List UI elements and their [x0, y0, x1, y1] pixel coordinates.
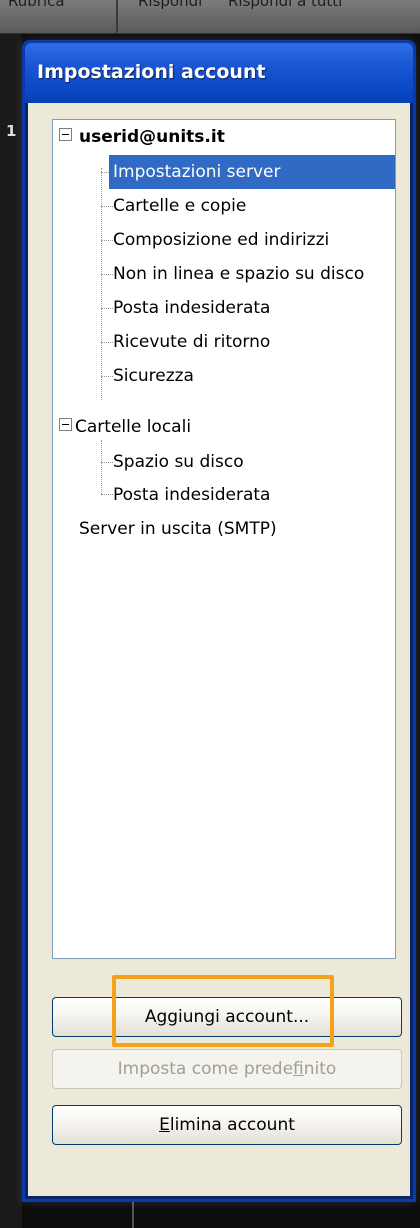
- set-default-button[interactable]: Imposta come predefinito: [52, 1049, 402, 1089]
- tree-item-composition-addressing[interactable]: Composizione ed indirizzi: [109, 223, 333, 257]
- background-glyph: 1: [6, 122, 17, 140]
- tree-item-label: Non in linea e spazio su disco: [113, 264, 365, 284]
- tree-connector-local: [101, 440, 102, 494]
- tree-item-folders-copies[interactable]: Cartelle e copie: [109, 189, 250, 223]
- tree-item-account-label: userid@units.it: [79, 127, 225, 147]
- bg-toolbar-item-rispondi-a-tutti[interactable]: Rispondi a tutti: [228, 0, 342, 10]
- tree-item-account[interactable]: userid@units.it: [75, 120, 229, 154]
- account-tree[interactable]: userid@units.it Impostazioni server Cart…: [52, 119, 396, 959]
- tree-item-label: Cartelle locali: [75, 417, 192, 437]
- background-toolbar: Rubrica Rispondi Rispondi a tutti: [0, 0, 420, 34]
- dialog-titlebar[interactable]: Impostazioni account: [25, 43, 413, 103]
- tree-item-local-junk[interactable]: Posta indesiderata: [109, 478, 274, 512]
- highlight-annotation-box: [112, 975, 334, 1047]
- tree-item-label: Posta indesiderata: [113, 485, 271, 505]
- dialog-title: Impostazioni account: [37, 61, 266, 83]
- background-window-edge: 1: [0, 34, 22, 1228]
- button-mnemonic: f: [293, 1059, 304, 1079]
- tree-connector-account: [101, 168, 102, 400]
- bg-toolbar-separator: [116, 0, 118, 34]
- tree-item-label: Ricevute di ritorno: [113, 332, 271, 352]
- tree-item-label: Spazio su disco: [113, 452, 244, 472]
- tree-item-label: Cartelle e copie: [113, 196, 247, 216]
- tree-item-security[interactable]: Sicurezza: [109, 359, 198, 393]
- tree-item-local-disk-space[interactable]: Spazio su disco: [109, 445, 248, 479]
- tree-item-server-settings[interactable]: Impostazioni server: [109, 155, 395, 189]
- tree-item-label: Server in uscita (SMTP): [79, 519, 277, 539]
- dialog-client-area: userid@units.it Impostazioni server Cart…: [28, 103, 410, 1196]
- tree-item-label: Sicurezza: [113, 366, 194, 386]
- button-label-part: limina account: [169, 1115, 295, 1135]
- tree-item-label: Posta indesiderata: [113, 298, 271, 318]
- tree-item-outgoing-server[interactable]: Server in uscita (SMTP): [75, 512, 281, 546]
- bg-toolbar-item-rubrica[interactable]: Rubrica: [8, 0, 65, 10]
- tree-item-junk-settings[interactable]: Posta indesiderata: [109, 291, 274, 325]
- tree-item-label: Impostazioni server: [113, 162, 281, 182]
- button-mnemonic: E: [159, 1115, 170, 1135]
- tree-item-local-folders[interactable]: Cartelle locali: [71, 410, 195, 444]
- tree-item-offline-disk-space[interactable]: Non in linea e spazio su disco: [109, 257, 368, 291]
- delete-account-button[interactable]: Elimina account: [52, 1105, 402, 1145]
- account-settings-dialog: Impostazioni account userid@units.it Imp…: [22, 40, 416, 1202]
- button-label-part: Imposta come prede: [117, 1059, 294, 1079]
- tree-item-label: Composizione ed indirizzi: [113, 230, 330, 250]
- collapse-account-icon[interactable]: [59, 128, 72, 141]
- bg-toolbar-item-rispondi[interactable]: Rispondi: [138, 0, 202, 10]
- tree-item-return-receipts[interactable]: Ricevute di ritorno: [109, 325, 274, 359]
- button-label-part: inito: [303, 1059, 337, 1079]
